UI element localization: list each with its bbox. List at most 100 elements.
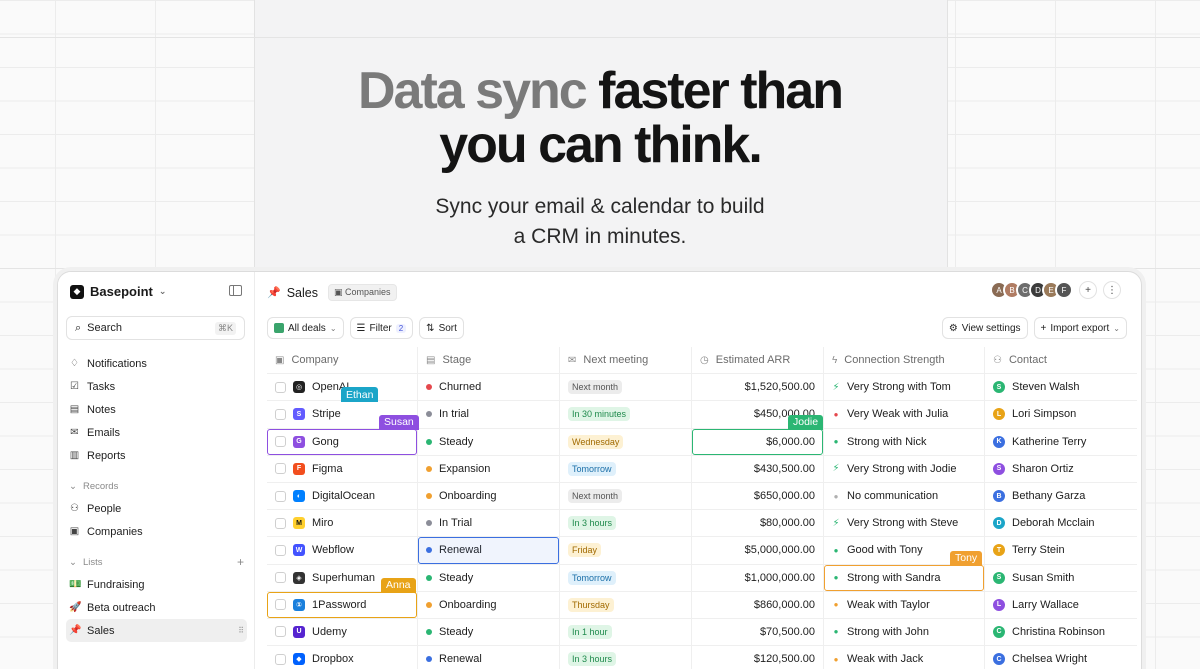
filter-button[interactable]: ☰ Filter 2 <box>349 317 414 339</box>
connection-cell[interactable]: ⚡ Very Strong with Steve <box>824 510 985 537</box>
stage-cell[interactable]: Onboarding <box>418 591 560 618</box>
row-checkbox[interactable] <box>275 517 286 529</box>
column-header-company[interactable]: ▣ Company <box>267 347 418 374</box>
stage-cell[interactable]: Renewal <box>418 646 560 669</box>
column-header-stage[interactable]: ▤ Stage <box>418 347 560 374</box>
sidebar-item-people[interactable]: ⚇ People <box>66 497 247 520</box>
next-meeting-cell[interactable]: In 30 minutes <box>560 401 692 428</box>
stage-cell[interactable]: In trial <box>418 401 560 428</box>
contact-cell[interactable]: C Chelsea Wright <box>985 646 1137 669</box>
stage-cell[interactable]: Steady <box>418 564 560 591</box>
sort-button[interactable]: ⇅ Sort <box>419 317 464 339</box>
stage-cell[interactable]: In Trial <box>418 510 560 537</box>
sidebar-item-notifications[interactable]: ♢ Notifications <box>66 352 247 375</box>
contact-cell[interactable]: S Steven Walsh <box>985 374 1137 400</box>
row-checkbox[interactable] <box>275 490 286 502</box>
connection-cell[interactable]: ⚡ Very Strong with Jodie <box>824 455 985 482</box>
connection-cell[interactable]: ● Weak with Taylor <box>824 591 985 618</box>
next-meeting-cell[interactable]: In 3 hours <box>560 510 692 537</box>
connection-cell[interactable]: ● Strong with Sandra Tony <box>824 550 985 591</box>
avatar[interactable]: F <box>1055 281 1073 299</box>
row-checkbox[interactable] <box>275 626 286 638</box>
next-meeting-cell[interactable]: Thursday <box>560 591 692 618</box>
arr-cell[interactable]: $6,000.00 Jodie <box>692 414 824 455</box>
add-collaborator-button[interactable]: + <box>1079 281 1097 299</box>
column-header-connection[interactable]: ϟ Connection Strength <box>824 347 985 374</box>
company-cell[interactable]: M Miro <box>267 510 418 537</box>
next-meeting-cell[interactable]: Tomorrow <box>560 455 692 482</box>
sidebar-item-sales[interactable]: 📌 Sales ⠿ <box>66 619 247 642</box>
contact-cell[interactable]: C Christina Robinson <box>985 619 1137 645</box>
contact-cell[interactable]: B Bethany Garza <box>985 483 1137 509</box>
lists-section-header[interactable]: ⌄ Lists + <box>66 551 247 573</box>
arr-cell[interactable]: $860,000.00 <box>692 591 824 618</box>
connection-cell[interactable]: ● No communication <box>824 482 985 510</box>
next-meeting-cell[interactable]: In 1 hour <box>560 618 692 646</box>
search-input[interactable]: ⌕ Search ⌘K <box>66 316 245 340</box>
next-meeting-cell[interactable]: Next month <box>560 482 692 510</box>
contact-cell[interactable]: L Lori Simpson <box>985 401 1137 427</box>
row-checkbox[interactable] <box>275 408 286 420</box>
contact-cell[interactable]: K Katherine Terry <box>985 429 1137 455</box>
arr-cell[interactable]: $70,500.00 <box>692 618 824 646</box>
arr-cell[interactable]: $80,000.00 <box>692 510 824 537</box>
stage-cell[interactable]: Steady <box>418 428 560 455</box>
object-chip[interactable]: ▣ Companies <box>327 284 397 301</box>
next-meeting-cell[interactable]: Wednesday <box>560 428 692 455</box>
connection-cell[interactable]: ⚡ Very Strong with Tom <box>824 374 985 401</box>
sidebar-item-fundraising[interactable]: 💵 Fundraising <box>66 573 247 596</box>
stage-cell[interactable]: Steady <box>418 618 560 646</box>
sidebar-item-emails[interactable]: ✉ Emails <box>66 421 247 444</box>
row-checkbox[interactable] <box>275 463 286 475</box>
company-cell[interactable]: F Figma <box>267 455 418 482</box>
contact-cell[interactable]: S Sharon Ortiz <box>985 456 1137 482</box>
column-header-arr[interactable]: ◷ Estimated ARR <box>692 347 824 374</box>
sidebar-item-notes[interactable]: ▤ Notes <box>66 398 247 421</box>
sidebar-item-beta-outreach[interactable]: 🚀 Beta outreach <box>66 596 247 619</box>
next-meeting-cell[interactable]: In 3 hours <box>560 646 692 669</box>
company-cell[interactable]: W Webflow <box>267 537 418 564</box>
arr-cell[interactable]: $120,500.00 <box>692 646 824 669</box>
view-settings-button[interactable]: ⚙ View settings <box>941 317 1028 339</box>
sidebar-item-reports[interactable]: ▥ Reports <box>66 444 247 467</box>
more-options-button[interactable]: ⋮ <box>1103 281 1121 299</box>
workspace-switcher[interactable]: ◆ Basepoint ⌄ <box>70 284 166 299</box>
arr-cell[interactable]: $5,000,000.00 <box>692 537 824 564</box>
row-checkbox[interactable] <box>275 653 286 665</box>
column-header-next-meeting[interactable]: ✉ Next meeting <box>560 347 692 374</box>
row-checkbox[interactable] <box>275 436 286 448</box>
company-cell[interactable]: ◐ DigitalOcean <box>267 482 418 510</box>
stage-cell[interactable]: Onboarding <box>418 482 560 510</box>
next-meeting-cell[interactable]: Next month <box>560 374 692 401</box>
stage-cell[interactable]: Renewal <box>418 537 560 564</box>
company-cell[interactable]: ① 1Password Anna <box>267 577 418 618</box>
import-export-button[interactable]: + Import export ⌄ <box>1033 317 1127 339</box>
row-checkbox[interactable] <box>275 572 286 584</box>
next-meeting-cell[interactable]: Friday <box>560 537 692 564</box>
contact-cell[interactable]: T Terry Stein <box>985 537 1137 563</box>
arr-cell[interactable]: $650,000.00 <box>692 482 824 510</box>
arr-cell[interactable]: $1,000,000.00 <box>692 564 824 591</box>
arr-cell[interactable]: $1,520,500.00 <box>692 374 824 401</box>
connection-cell[interactable]: ● Weak with Jack <box>824 646 985 669</box>
contact-cell[interactable]: D Deborah Mcclain <box>985 510 1137 536</box>
drag-handle-icon[interactable]: ⠿ <box>238 626 244 635</box>
contact-cell[interactable]: S Susan Smith <box>985 565 1137 591</box>
stage-cell[interactable]: Churned <box>418 374 560 401</box>
sidebar-item-tasks[interactable]: ☑ Tasks <box>66 375 247 398</box>
connection-cell[interactable]: ● Very Weak with Julia <box>824 401 985 428</box>
contact-cell[interactable]: L Larry Wallace <box>985 592 1137 618</box>
sidebar-toggle-icon[interactable] <box>229 285 242 296</box>
add-list-icon[interactable]: + <box>237 555 244 569</box>
connection-cell[interactable]: ● Strong with John <box>824 618 985 646</box>
company-cell[interactable]: U Udemy <box>267 618 418 646</box>
column-header-contact[interactable]: ⚇ Contact <box>985 347 1137 373</box>
arr-cell[interactable]: $430,500.00 <box>692 455 824 482</box>
connection-cell[interactable]: ● Strong with Nick <box>824 428 985 455</box>
row-checkbox[interactable] <box>275 381 286 393</box>
records-section-header[interactable]: ⌄ Records <box>66 475 247 497</box>
row-checkbox[interactable] <box>275 544 286 556</box>
view-select-button[interactable]: All deals ⌄ <box>267 317 344 339</box>
next-meeting-cell[interactable]: Tomorrow <box>560 564 692 591</box>
company-cell[interactable]: ◆ Dropbox <box>267 646 418 669</box>
